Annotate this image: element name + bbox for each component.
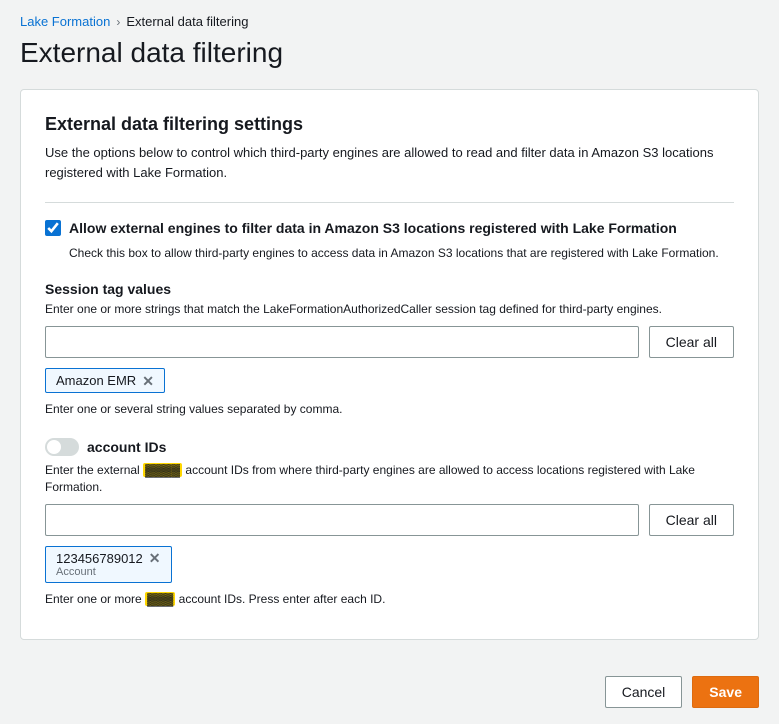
account-ids-clear-all-button[interactable]: Clear all (649, 504, 734, 536)
breadcrumb-parent-link[interactable]: Lake Formation (20, 14, 110, 29)
tag-remove-button[interactable]: ✕ (142, 374, 154, 388)
session-tags-input[interactable] (45, 326, 639, 358)
card-description: Use the options below to control which t… (45, 143, 734, 182)
account-ids-toggle[interactable] (45, 438, 79, 456)
account-tag-row: 123456789012 ✕ (56, 551, 161, 566)
settings-card: External data filtering settings Use the… (20, 89, 759, 640)
account-tag-remove-button[interactable]: ✕ (149, 551, 161, 565)
session-tags-hint: Enter one or more strings that match the… (45, 301, 734, 318)
breadcrumb: Lake Formation › External data filtering (0, 0, 779, 37)
cancel-button[interactable]: Cancel (605, 676, 683, 708)
session-tags-clear-all-button[interactable]: Clear all (649, 326, 734, 358)
list-item: Amazon EMR ✕ (45, 368, 165, 393)
save-button[interactable]: Save (692, 676, 759, 708)
account-ids-input-row: Clear all (45, 504, 734, 536)
card-title: External data filtering settings (45, 114, 734, 135)
page-title: External data filtering (0, 37, 779, 89)
account-id-value: 123456789012 (56, 551, 143, 566)
account-ids-input[interactable] (45, 504, 639, 536)
account-ids-section: account IDs Enter the external ▓▓▓▓ acco… (45, 438, 734, 607)
checkbox-section: Allow external engines to filter data in… (45, 219, 734, 261)
session-tags-label: Session tag values (45, 281, 734, 297)
session-tags-section: Session tag values Enter one or more str… (45, 281, 734, 418)
account-ids-label: account IDs (87, 439, 166, 455)
action-bar: Cancel Save (0, 660, 779, 724)
session-tags-container: Amazon EMR ✕ (45, 368, 734, 393)
tag-label: Amazon EMR (56, 373, 136, 388)
account-ids-hint-highlight: ▓▓▓▓ (143, 463, 182, 477)
main-content: External data filtering settings Use the… (0, 89, 779, 660)
account-ids-entry-hint: Enter one or more ▓▓▓ account IDs. Press… (45, 591, 734, 608)
session-tags-input-row: Clear all (45, 326, 734, 358)
divider-1 (45, 202, 734, 203)
account-ids-entry-hint-highlight: ▓▓▓ (145, 592, 175, 606)
allow-engines-label[interactable]: Allow external engines to filter data in… (69, 219, 677, 239)
session-tags-entry-hint: Enter one or several string values separ… (45, 401, 734, 418)
checkbox-row: Allow external engines to filter data in… (45, 219, 734, 239)
checkbox-hint: Check this box to allow third-party engi… (69, 245, 734, 262)
account-ids-tags-container: 123456789012 ✕ Account (45, 546, 734, 583)
account-tag-sublabel: Account (56, 566, 96, 578)
breadcrumb-current: External data filtering (126, 14, 248, 29)
account-ids-hint: Enter the external ▓▓▓▓ account IDs from… (45, 462, 734, 496)
allow-engines-checkbox[interactable] (45, 220, 61, 236)
account-ids-header: account IDs (45, 438, 734, 456)
breadcrumb-separator: › (116, 15, 120, 29)
list-item: 123456789012 ✕ Account (45, 546, 172, 583)
